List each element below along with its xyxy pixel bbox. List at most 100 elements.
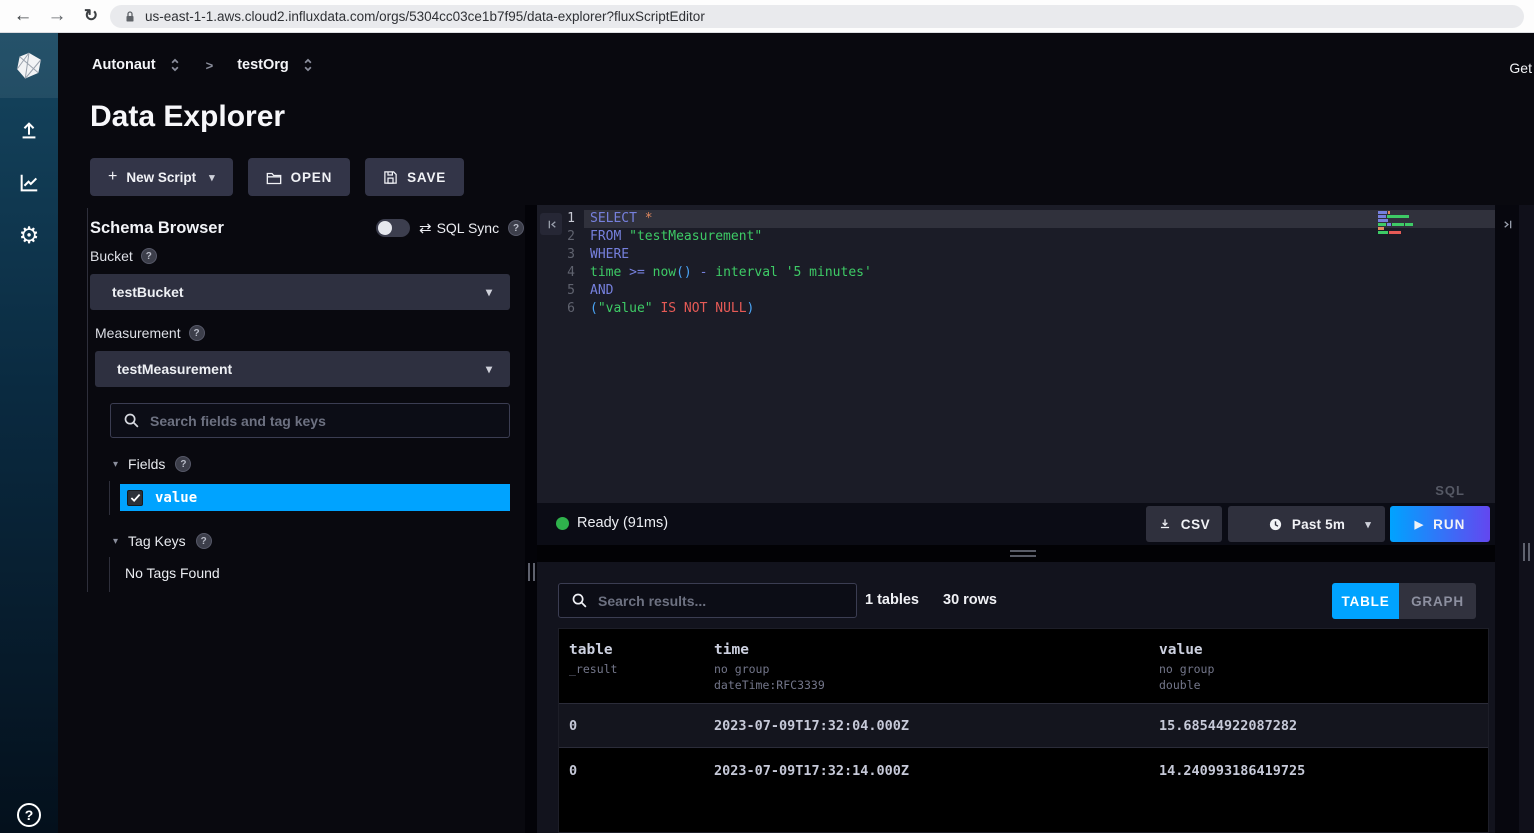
right-divider-handle[interactable] xyxy=(1523,543,1530,561)
sql-sync-toggle[interactable] xyxy=(376,219,410,237)
tab-table[interactable]: TABLE xyxy=(1332,583,1399,619)
results-search-input[interactable] xyxy=(598,593,844,609)
column-header: timeno groupdateTime:RFC3339 xyxy=(704,642,1149,703)
results-table-body: 02023-07-09T17:32:04.000Z15.685449220872… xyxy=(559,703,1488,793)
clock-icon xyxy=(1268,517,1283,532)
page-title: Data Explorer xyxy=(90,100,285,134)
value-checkbox[interactable] xyxy=(127,490,143,506)
folder-icon xyxy=(266,170,282,185)
upload-icon[interactable] xyxy=(0,111,58,151)
table-row: 02023-07-09T17:32:14.000Z14.240993186419… xyxy=(559,748,1488,793)
results-table-header: table_resulttimeno groupdateTime:RFC3339… xyxy=(559,629,1488,703)
download-icon xyxy=(1158,517,1172,531)
lock-icon xyxy=(124,10,136,24)
browser-reload-icon[interactable]: ↻ xyxy=(78,3,104,29)
measurement-label-row: Measurement ? xyxy=(95,325,205,341)
save-button[interactable]: SAVE xyxy=(365,158,464,196)
chevron-down-icon: ▾ xyxy=(486,285,492,299)
results-view-tabs: TABLE GRAPH xyxy=(1332,583,1476,619)
csv-download-button[interactable]: CSV xyxy=(1146,506,1222,542)
time-range-dropdown[interactable]: Past 5m ▾ xyxy=(1228,506,1385,542)
org-switcher-icon[interactable] xyxy=(301,57,315,73)
play-icon: ▶ xyxy=(1415,518,1424,531)
left-nav-rail: ⚙ ? xyxy=(0,33,58,833)
schema-search-input[interactable] xyxy=(150,413,497,429)
breadcrumb: Autonaut > testOrg xyxy=(92,57,315,73)
browser-url: us-east-1-1.aws.cloud2.influxdata.com/or… xyxy=(145,9,705,24)
results-search xyxy=(558,583,857,618)
results-table: table_resulttimeno groupdateTime:RFC3339… xyxy=(558,628,1489,833)
settings-gear-icon[interactable]: ⚙ xyxy=(0,215,58,255)
graphs-icon[interactable] xyxy=(0,163,58,203)
script-toolbar: + New Script ▾ OPEN SAVE xyxy=(90,158,464,196)
tag-keys-help-icon[interactable]: ? xyxy=(196,533,212,549)
browser-url-bar[interactable]: us-east-1-1.aws.cloud2.influxdata.com/or… xyxy=(110,5,1524,28)
column-header: valueno groupdouble xyxy=(1149,642,1488,703)
bucket-label-row: Bucket ? xyxy=(90,248,157,264)
status-dot xyxy=(556,517,569,530)
bucket-dropdown[interactable]: testBucket ▾ xyxy=(90,274,510,310)
influxdb-logo[interactable] xyxy=(0,33,58,98)
org-name[interactable]: testOrg xyxy=(237,57,289,73)
run-button[interactable]: ▶ RUN xyxy=(1390,506,1490,542)
schema-browser-title: Schema Browser xyxy=(90,219,224,238)
schema-panel-edge xyxy=(87,208,88,592)
browser-forward-icon[interactable]: → xyxy=(44,3,70,29)
influxdb-data-explorer: ← → ↻ us-east-1-1.aws.cloud2.influxdata.… xyxy=(0,0,1534,833)
field-value-row[interactable]: value xyxy=(120,484,510,511)
tree-guide xyxy=(109,481,110,515)
account-switcher-icon[interactable] xyxy=(168,57,182,73)
no-tags-text: No Tags Found xyxy=(125,565,220,581)
column-header: table_result xyxy=(559,642,704,703)
chevron-down-icon: ▾ xyxy=(1365,518,1371,531)
code-line: 1SELECT * xyxy=(537,210,1495,228)
chevron-down-icon: ▾ xyxy=(209,171,215,184)
new-script-button[interactable]: + New Script ▾ xyxy=(90,158,233,196)
chevron-down-icon: ▾ xyxy=(113,536,118,547)
fields-section-row[interactable]: ▾ Fields ? xyxy=(113,456,191,472)
search-icon xyxy=(123,412,140,429)
schema-search xyxy=(110,403,510,438)
sql-sync-label: SQL Sync xyxy=(437,220,500,236)
bucket-help-icon[interactable]: ? xyxy=(141,248,157,264)
plus-icon: + xyxy=(108,168,117,186)
status-text: Ready (91ms) xyxy=(577,515,668,531)
divider-drag-handle[interactable] xyxy=(528,563,535,581)
code-lines: 1SELECT *2FROM "testMeasurement"3WHERE4t… xyxy=(537,210,1495,318)
breadcrumb-separator: > xyxy=(206,58,214,73)
help-icon[interactable]: ? xyxy=(0,795,58,833)
code-line: 4time >= now() - interval '5 minutes' xyxy=(537,264,1495,282)
panel-divider[interactable] xyxy=(525,205,537,833)
fields-help-icon[interactable]: ? xyxy=(175,456,191,472)
collapse-right-icon[interactable] xyxy=(1497,213,1519,235)
sql-editor[interactable]: 1SELECT *2FROM "testMeasurement"3WHERE4t… xyxy=(537,205,1495,503)
account-name[interactable]: Autonaut xyxy=(92,57,156,73)
get-link[interactable]: Get xyxy=(1509,60,1532,76)
code-line: 3WHERE xyxy=(537,246,1495,264)
splitter-drag-handle[interactable] xyxy=(1010,550,1036,557)
code-line: 5AND xyxy=(537,282,1495,300)
sync-icon: ⇄ xyxy=(419,219,432,237)
table-row: 02023-07-09T17:32:04.000Z15.685449220872… xyxy=(559,703,1488,748)
tab-graph[interactable]: GRAPH xyxy=(1399,583,1476,619)
sql-sync-help-icon[interactable]: ? xyxy=(508,220,524,236)
tree-guide xyxy=(109,557,110,592)
minimap[interactable] xyxy=(1378,211,1414,234)
language-label: SQL xyxy=(1435,483,1465,498)
sql-sync-control: ⇄ SQL Sync ? xyxy=(376,219,524,237)
measurement-help-icon[interactable]: ? xyxy=(189,325,205,341)
code-line: 2FROM "testMeasurement" xyxy=(537,228,1495,246)
save-icon xyxy=(383,170,398,185)
tables-count: 1 tables xyxy=(865,592,919,608)
collapse-left-icon[interactable] xyxy=(540,213,562,235)
right-panel-strip xyxy=(1495,205,1519,833)
tag-keys-section-row[interactable]: ▾ Tag Keys ? xyxy=(113,533,212,549)
field-value-label: value xyxy=(155,490,197,506)
browser-chrome: ← → ↻ us-east-1-1.aws.cloud2.influxdata.… xyxy=(0,0,1534,33)
search-icon xyxy=(571,592,588,609)
measurement-dropdown[interactable]: testMeasurement ▾ xyxy=(95,351,510,387)
chevron-down-icon: ▾ xyxy=(486,362,492,376)
open-button[interactable]: OPEN xyxy=(248,158,350,196)
browser-back-icon[interactable]: ← xyxy=(10,3,36,29)
right-divider[interactable] xyxy=(1519,205,1534,833)
